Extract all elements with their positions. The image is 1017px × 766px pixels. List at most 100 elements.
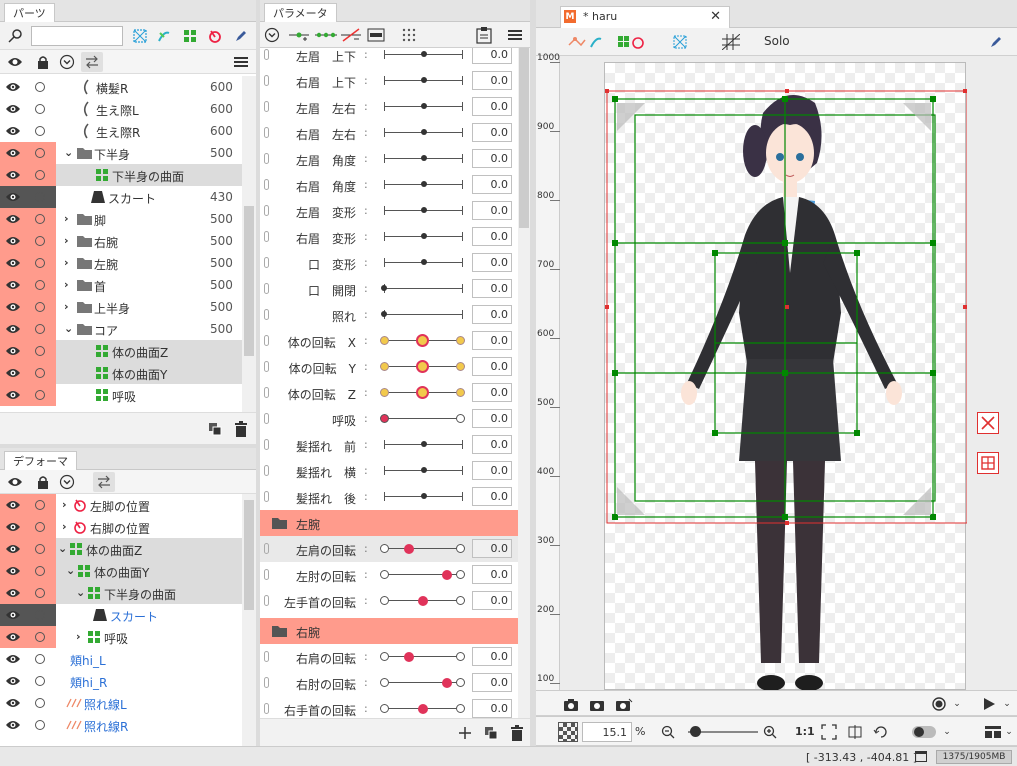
deformer-row[interactable]: スカート — [0, 604, 242, 626]
deformer-row[interactable]: › 左脚の位置 — [0, 494, 242, 516]
lock-toggle[interactable] — [26, 538, 54, 560]
fit-to-view-icon[interactable] — [820, 723, 838, 741]
parameter-row[interactable]: 右眉 左右: 0.0 — [260, 120, 518, 146]
drag-grip-icon[interactable] — [264, 179, 269, 190]
lock-toggle[interactable] — [26, 76, 54, 98]
parts-row[interactable]: 体の曲面Y — [0, 362, 242, 384]
parameter-row[interactable]: 左肘の回転: 0.0 — [260, 562, 518, 588]
deformer-tab[interactable]: デフォーマ — [4, 451, 77, 470]
lock-toggle[interactable] — [26, 648, 54, 670]
art-mesh-icon[interactable] — [670, 33, 690, 51]
slider-thumb[interactable] — [421, 467, 427, 473]
parameter-row[interactable]: 髪揺れ 後: 0.0 — [260, 484, 518, 510]
visibility-eye-icon[interactable] — [0, 604, 26, 626]
parameter-value-input[interactable]: 0.0 — [472, 565, 512, 584]
parameter-slider[interactable] — [380, 328, 465, 354]
lock-toggle[interactable] — [26, 318, 54, 340]
key-point[interactable] — [456, 596, 465, 605]
drag-grip-icon[interactable] — [264, 465, 269, 476]
grid-toggle-icon[interactable] — [720, 33, 742, 51]
transform-warp-button[interactable] — [977, 452, 999, 474]
chevron-down-icon[interactable]: ⌄ — [58, 542, 67, 555]
visibility-eye-icon[interactable] — [0, 296, 26, 318]
parameter-value-input[interactable]: 0.0 — [472, 435, 512, 454]
chevron-down-icon[interactable]: ⌄ — [952, 697, 962, 711]
slider-thumb[interactable] — [421, 181, 427, 187]
art-mesh-icon[interactable] — [130, 26, 150, 46]
document-tab[interactable]: * haru ✕ — [560, 6, 730, 28]
lock-toggle[interactable] — [26, 186, 54, 208]
parameter-slider[interactable] — [382, 172, 464, 198]
chevron-down-icon[interactable]: ⌄ — [76, 586, 85, 599]
solo-button[interactable]: Solo — [764, 34, 790, 48]
slider-thumb[interactable] — [421, 493, 427, 499]
zoom-slider-thumb[interactable] — [690, 726, 701, 737]
parts-row[interactable]: 呼吸 — [0, 384, 242, 406]
parameter-value-input[interactable]: 0.0 — [472, 699, 512, 718]
visibility-eye-icon[interactable] — [6, 53, 24, 71]
parts-row[interactable]: › 脚 500 — [0, 208, 242, 230]
lock-toggle[interactable] — [26, 98, 54, 120]
slider-thumb[interactable] — [421, 103, 427, 109]
expand-all-icon[interactable] — [263, 26, 281, 44]
drag-grip-icon[interactable] — [264, 75, 269, 86]
menu-icon[interactable] — [232, 53, 250, 71]
parts-row[interactable]: 体の曲面Z — [0, 340, 242, 362]
window-icon[interactable] — [914, 750, 928, 763]
visibility-eye-icon[interactable] — [0, 120, 26, 142]
drag-grip-icon[interactable] — [264, 283, 269, 294]
drag-grip-icon[interactable] — [264, 101, 269, 112]
parameter-slider[interactable] — [382, 94, 464, 120]
search-icon[interactable] — [4, 26, 26, 46]
slider-thumb[interactable] — [421, 77, 427, 83]
add-keys-icon[interactable] — [288, 26, 310, 44]
camera-timer-icon[interactable] — [588, 695, 606, 713]
slider-thumb[interactable] — [442, 570, 452, 580]
parameter-value-input[interactable]: 0.0 — [472, 591, 512, 610]
splitter-mid[interactable] — [530, 0, 536, 746]
zoom-out-icon[interactable] — [660, 724, 676, 740]
visibility-eye-icon[interactable] — [0, 648, 26, 670]
warp-rotation-toggle-icon[interactable] — [616, 33, 646, 51]
key-point[interactable] — [456, 704, 465, 713]
parameter-slider[interactable] — [380, 562, 465, 588]
deformer-row[interactable]: 頬hi_L — [0, 648, 242, 670]
key-point[interactable] — [456, 336, 465, 345]
lock-toggle[interactable] — [26, 626, 54, 648]
close-warp-button[interactable] — [977, 412, 999, 434]
parts-tab[interactable]: パーツ — [4, 3, 55, 22]
visibility-eye-icon[interactable] — [0, 76, 26, 98]
lock-toggle[interactable] — [26, 384, 54, 406]
deformer-row[interactable]: 頬hi_R — [0, 670, 242, 692]
key-point[interactable] — [380, 570, 389, 579]
parameter-row[interactable]: 右眉 上下: 0.0 — [260, 68, 518, 94]
parameter-value-input[interactable]: 0.0 — [472, 487, 512, 506]
slider-thumb[interactable] — [416, 334, 429, 347]
slider-thumb[interactable] — [421, 233, 427, 239]
key-point[interactable] — [456, 388, 465, 397]
model-canvas[interactable] — [604, 62, 967, 691]
chevron-right-icon[interactable]: › — [76, 630, 81, 643]
visibility-eye-icon[interactable] — [0, 252, 26, 274]
parameter-value-input[interactable]: 0.0 — [472, 227, 512, 246]
lock-toggle[interactable] — [26, 714, 54, 736]
toggle-switch-icon[interactable] — [910, 724, 938, 740]
lock-toggle[interactable] — [26, 208, 54, 230]
key-point[interactable] — [456, 570, 465, 579]
chevron-down-icon[interactable]: ⌄ — [66, 564, 75, 577]
key-point[interactable] — [380, 336, 389, 345]
lock-toggle[interactable] — [26, 252, 54, 274]
visibility-eye-icon[interactable] — [0, 230, 26, 252]
parameter-value-input[interactable]: 0.0 — [472, 305, 512, 324]
visibility-eye-icon[interactable] — [0, 164, 26, 186]
parameter-slider[interactable] — [382, 198, 464, 224]
parameter-slider[interactable] — [380, 380, 465, 406]
slider-thumb[interactable] — [421, 207, 427, 213]
parameter-slider[interactable] — [380, 644, 465, 670]
visibility-eye-icon[interactable] — [0, 516, 26, 538]
parameter-value-input[interactable]: 0.0 — [472, 201, 512, 220]
key-point[interactable] — [380, 362, 389, 371]
parameter-row[interactable]: 左肩の回転: 0.0 — [260, 536, 518, 562]
slider-thumb[interactable] — [442, 678, 452, 688]
parameter-slider[interactable] — [382, 432, 464, 458]
